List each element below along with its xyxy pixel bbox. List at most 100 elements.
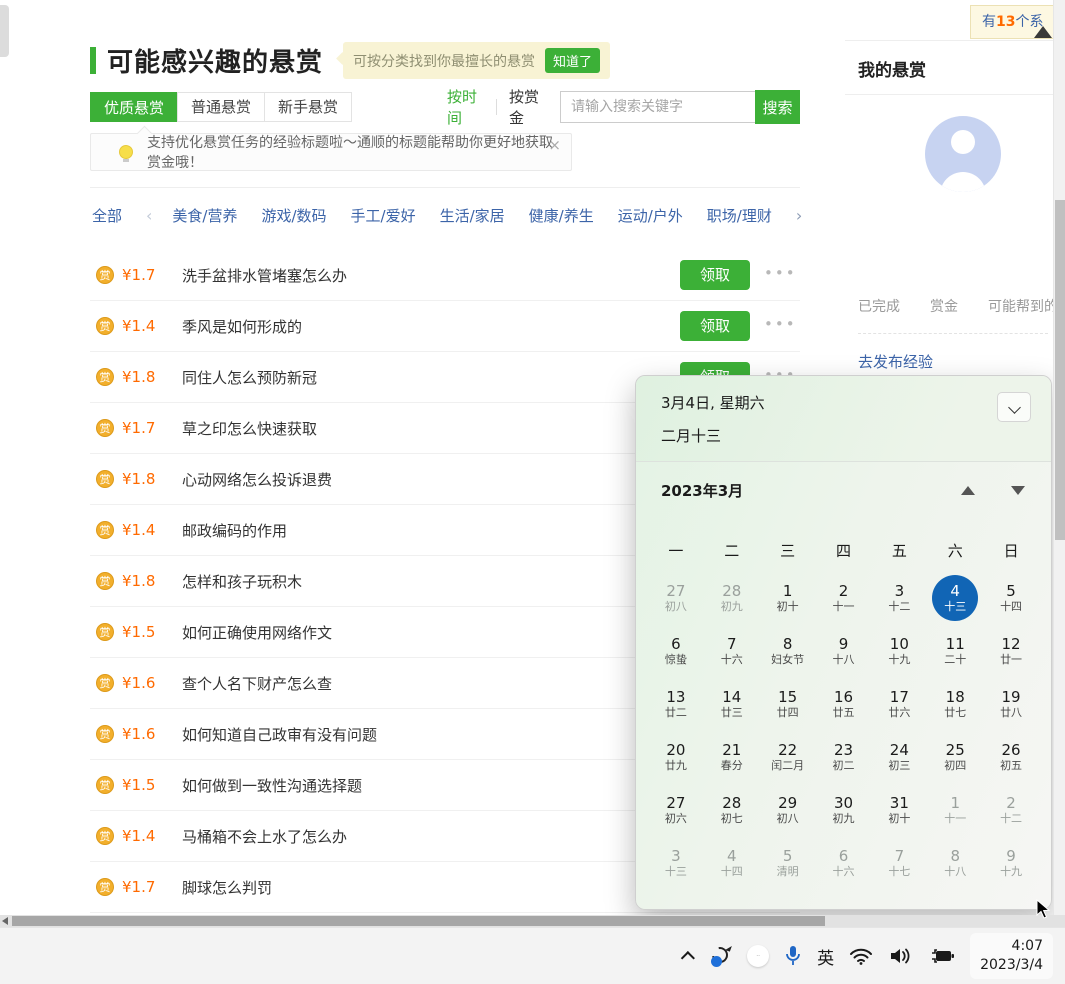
calendar-day-selected[interactable]: 4十三 bbox=[927, 571, 983, 624]
bounty-title[interactable]: 脚球怎么判罚 bbox=[182, 877, 272, 898]
calendar-day[interactable]: 29初八 bbox=[760, 783, 816, 836]
calendar-day[interactable]: 3十三 bbox=[648, 836, 704, 889]
calendar-day[interactable]: 15廿四 bbox=[760, 677, 816, 730]
sort-by-reward-link[interactable]: 按赏金 bbox=[509, 86, 546, 128]
calendar-day[interactable]: 2十二 bbox=[983, 783, 1039, 836]
calendar-day[interactable]: 8妇女节 bbox=[760, 624, 816, 677]
calendar-day[interactable]: 23初二 bbox=[816, 730, 872, 783]
calendar-day[interactable]: 6十六 bbox=[816, 836, 872, 889]
tab-item[interactable]: 优质悬赏 bbox=[90, 92, 178, 122]
calendar-day[interactable]: 10十九 bbox=[871, 624, 927, 677]
category-item[interactable]: 全部 bbox=[92, 205, 122, 226]
speaker-icon[interactable] bbox=[888, 946, 912, 966]
calendar-day[interactable]: 21春分 bbox=[704, 730, 760, 783]
calendar-day[interactable]: 26初五 bbox=[983, 730, 1039, 783]
ime-language-indicator[interactable]: 英 bbox=[817, 944, 834, 969]
vertical-scrollbar-thumb[interactable] bbox=[1055, 200, 1065, 540]
bounty-title[interactable]: 查个人名下财产怎么查 bbox=[182, 673, 332, 694]
calendar-day[interactable]: 9十九 bbox=[983, 836, 1039, 889]
sync-tray-icon[interactable] bbox=[710, 945, 732, 967]
calendar-day[interactable]: 20廿九 bbox=[648, 730, 704, 783]
stat-label[interactable]: 赏金 bbox=[930, 296, 958, 316]
bounty-title[interactable]: 草之印怎么快速获取 bbox=[182, 418, 317, 439]
close-icon[interactable]: × bbox=[548, 138, 561, 153]
taskbar-clock[interactable]: 4:07 2023/3/4 bbox=[970, 933, 1053, 979]
bounty-title[interactable]: 如何正确使用网络作文 bbox=[182, 622, 332, 643]
vertical-scrollbar[interactable] bbox=[1053, 0, 1065, 915]
calendar-day[interactable]: 28初九 bbox=[704, 571, 760, 624]
horizontal-scrollbar-thumb[interactable] bbox=[12, 916, 825, 926]
claim-button[interactable]: 领取 bbox=[680, 260, 750, 290]
tray-app-icon[interactable]: ·· bbox=[747, 945, 769, 967]
calendar-day[interactable]: 18廿七 bbox=[927, 677, 983, 730]
publish-experience-link[interactable]: 去发布经验 bbox=[858, 351, 933, 372]
stat-label[interactable]: 已完成 bbox=[858, 296, 900, 316]
calendar-day[interactable]: 3十二 bbox=[871, 571, 927, 624]
bounty-title[interactable]: 邮政编码的作用 bbox=[182, 520, 287, 541]
more-options-button[interactable]: ••• bbox=[764, 315, 797, 333]
category-item[interactable]: 生活/家居 bbox=[440, 205, 505, 226]
bounty-title[interactable]: 如何知道自己政审有没有问题 bbox=[182, 724, 377, 745]
calendar-day[interactable]: 24初三 bbox=[871, 730, 927, 783]
chevron-right-icon[interactable]: › bbox=[796, 206, 802, 225]
bounty-title[interactable]: 如何做到一致性沟通选择题 bbox=[182, 775, 362, 796]
avatar[interactable] bbox=[925, 116, 1001, 192]
calendar-day[interactable]: 2十一 bbox=[816, 571, 872, 624]
calendar-day[interactable]: 12廿一 bbox=[983, 624, 1039, 677]
stat-label[interactable]: 可能帮到的 bbox=[988, 296, 1053, 316]
calendar-day[interactable]: 9十八 bbox=[816, 624, 872, 677]
calendar-day[interactable]: 8十八 bbox=[927, 836, 983, 889]
calendar-day[interactable]: 5十四 bbox=[983, 571, 1039, 624]
tip-confirm-button[interactable]: 知道了 bbox=[545, 48, 600, 73]
calendar-collapse-button[interactable] bbox=[997, 392, 1031, 422]
search-button[interactable]: 搜索 bbox=[755, 90, 800, 124]
battery-charging-icon[interactable] bbox=[927, 947, 955, 965]
calendar-day[interactable]: 5清明 bbox=[760, 836, 816, 889]
bounty-title[interactable]: 季风是如何形成的 bbox=[182, 316, 302, 337]
calendar-day[interactable]: 19廿八 bbox=[983, 677, 1039, 730]
calendar-prev-month-button[interactable] bbox=[961, 486, 975, 495]
calendar-day[interactable]: 7十七 bbox=[871, 836, 927, 889]
show-hidden-icons-chevron[interactable] bbox=[681, 951, 695, 965]
microphone-icon[interactable] bbox=[784, 944, 802, 968]
bounty-title[interactable]: 心动网络怎么投诉退费 bbox=[182, 469, 332, 490]
horizontal-scrollbar[interactable] bbox=[0, 915, 1065, 927]
bounty-title[interactable]: 同住人怎么预防新冠 bbox=[182, 367, 317, 388]
category-item[interactable]: 职场/理财 bbox=[707, 205, 772, 226]
wifi-icon[interactable] bbox=[849, 947, 873, 965]
calendar-day[interactable]: 14廿三 bbox=[704, 677, 760, 730]
calendar-day[interactable]: 28初七 bbox=[704, 783, 760, 836]
calendar-day[interactable]: 22闰二月 bbox=[760, 730, 816, 783]
calendar-day[interactable]: 31初十 bbox=[871, 783, 927, 836]
scroll-left-arrow-icon[interactable] bbox=[2, 917, 8, 925]
category-item[interactable]: 手工/爱好 bbox=[351, 205, 416, 226]
calendar-day[interactable]: 17廿六 bbox=[871, 677, 927, 730]
calendar-day[interactable]: 1十一 bbox=[927, 783, 983, 836]
calendar-day[interactable]: 27初六 bbox=[648, 783, 704, 836]
calendar-day[interactable]: 13廿二 bbox=[648, 677, 704, 730]
sort-by-time-link[interactable]: 按时间 bbox=[447, 86, 484, 128]
calendar-day[interactable]: 27初八 bbox=[648, 571, 704, 624]
claim-button[interactable]: 领取 bbox=[680, 311, 750, 341]
tab-item[interactable]: 新手悬赏 bbox=[264, 92, 352, 122]
calendar-day[interactable]: 6惊蛰 bbox=[648, 624, 704, 677]
calendar-day[interactable]: 25初四 bbox=[927, 730, 983, 783]
chevron-left-icon[interactable]: ‹ bbox=[146, 206, 152, 225]
category-item[interactable]: 美食/营养 bbox=[172, 205, 237, 226]
tab-item[interactable]: 普通悬赏 bbox=[177, 92, 265, 122]
calendar-day[interactable]: 1初十 bbox=[760, 571, 816, 624]
bounty-title[interactable]: 马桶箱不会上水了怎么办 bbox=[182, 826, 347, 847]
category-item[interactable]: 运动/户外 bbox=[618, 205, 683, 226]
calendar-day[interactable]: 7十六 bbox=[704, 624, 760, 677]
calendar-next-month-button[interactable] bbox=[1011, 486, 1025, 495]
calendar-day[interactable]: 16廿五 bbox=[816, 677, 872, 730]
more-options-button[interactable]: ••• bbox=[764, 264, 797, 282]
calendar-day[interactable]: 11二十 bbox=[927, 624, 983, 677]
calendar-day[interactable]: 4十四 bbox=[704, 836, 760, 889]
bounty-title[interactable]: 怎样和孩子玩积木 bbox=[182, 571, 302, 592]
bounty-title[interactable]: 洗手盆排水管堵塞怎么办 bbox=[182, 265, 347, 286]
category-item[interactable]: 游戏/数码 bbox=[261, 205, 326, 226]
search-input[interactable] bbox=[560, 91, 755, 123]
calendar-day[interactable]: 30初九 bbox=[816, 783, 872, 836]
category-item[interactable]: 健康/养生 bbox=[529, 205, 594, 226]
